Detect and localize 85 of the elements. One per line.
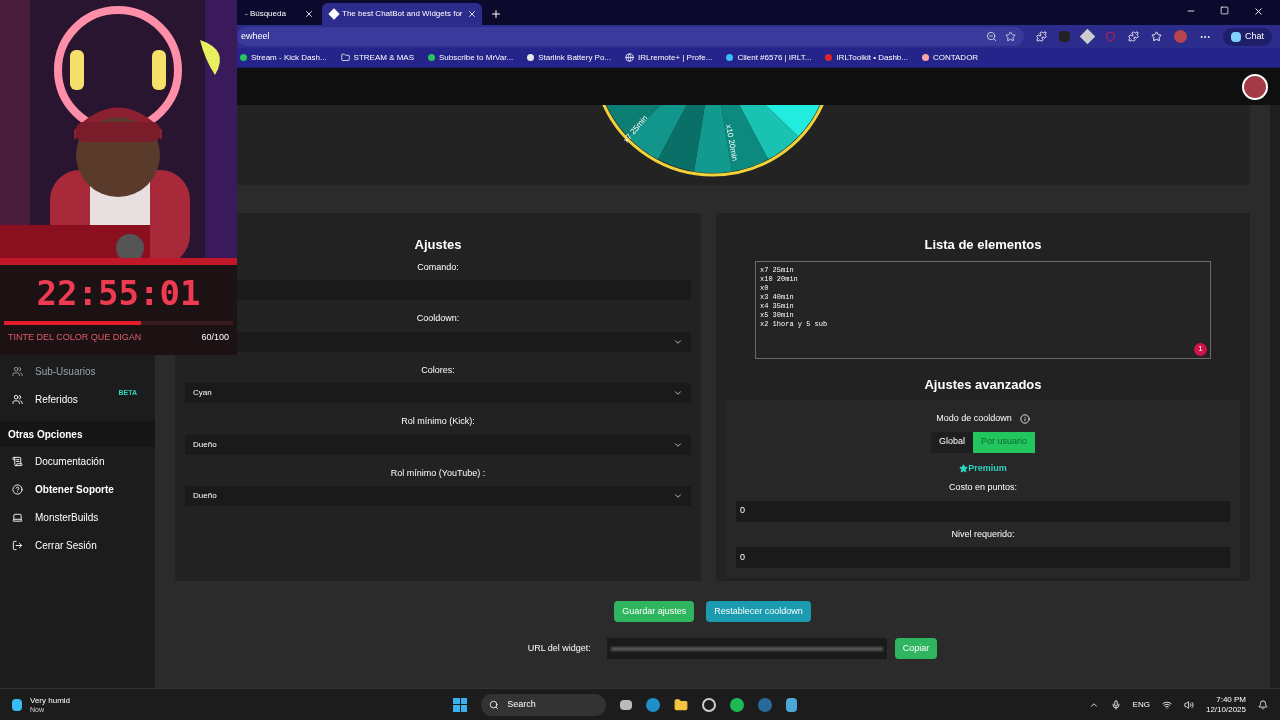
countdown-timer: 22:55:01 <box>36 273 201 313</box>
language-indicator[interactable]: ENG <box>1132 698 1150 711</box>
browser-tab[interactable]: - Búsqueda <box>237 3 322 25</box>
user-avatar[interactable] <box>1242 73 1268 100</box>
bookmark-favicon <box>921 54 929 61</box>
address-bar[interactable]: ewheel <box>237 27 1024 46</box>
zoom-out-icon[interactable] <box>986 31 997 42</box>
panel-title: Lista de elementos <box>924 236 1042 254</box>
sidebar-item[interactable]: Documentación <box>0 447 155 475</box>
bookmark[interactable]: IRLremote+ | Profe... <box>625 51 713 64</box>
dropdown[interactable]: Cyan <box>185 383 691 403</box>
task-view-icon[interactable] <box>620 699 633 710</box>
close-icon[interactable] <box>466 9 477 19</box>
clock-time: 7:40 PM <box>1216 694 1246 705</box>
folder-icon <box>340 53 350 62</box>
chevron-down-icon <box>673 491 683 501</box>
volume-icon[interactable] <box>1183 699 1194 710</box>
goal-label: TINTE DEL COLOR QUE DIGAN <box>8 331 142 344</box>
close-icon[interactable] <box>1253 6 1264 17</box>
field-label: Rol mínimo (YouTube) : <box>390 466 486 480</box>
sidebar-icon <box>12 393 23 405</box>
clock-date: 12/10/2025 <box>1205 704 1246 715</box>
field-label: Comando: <box>417 260 459 274</box>
dropdown[interactable]: Dueño <box>185 434 691 455</box>
info-icon <box>1019 413 1030 424</box>
bookmark-favicon <box>240 54 247 61</box>
favorites-icon[interactable] <box>1151 31 1162 42</box>
panel-title: Ajustes <box>414 236 462 254</box>
mode-toggle[interactable]: Global <box>930 431 973 453</box>
bookmark[interactable]: STREAM & MAS <box>340 51 415 64</box>
microphone-icon[interactable] <box>1110 699 1121 710</box>
field-label: URL del widget: <box>527 641 591 655</box>
sidebar-item[interactable]: Cerrar Sesión <box>0 531 155 559</box>
search-icon <box>489 699 500 710</box>
tab-favicon <box>328 8 340 20</box>
bookmark[interactable]: IRLToolkit • Dashb... <box>825 51 908 64</box>
section-title: Ajustes avanzados <box>924 375 1042 394</box>
bookmark-favicon <box>726 54 734 61</box>
field-label: Rol mínimo (Kick): <box>401 415 475 428</box>
field-label: Colores: <box>421 363 455 377</box>
taskbar-search[interactable]: Search <box>481 693 607 716</box>
maximize-icon[interactable] <box>1220 6 1229 15</box>
globe-icon <box>625 53 635 62</box>
sidebar-item[interactable]: MonsterBuilds <box>0 503 155 531</box>
url-field[interactable] <box>606 638 887 659</box>
weather-text: Very humid <box>30 695 71 705</box>
number-field[interactable]: 0 <box>736 500 1230 522</box>
network-icon[interactable] <box>1161 699 1172 710</box>
section-heading: Otras Opciones <box>8 427 83 442</box>
wheel-label: x10 20min <box>723 123 739 162</box>
chat-button[interactable]: Chat <box>1223 27 1272 46</box>
bookmark[interactable]: Subscribe to MrVar... <box>428 51 514 64</box>
bookmark[interactable]: Client #6576 | IRLT... <box>726 51 812 64</box>
bookmark[interactable]: Starlink Battery Po... <box>527 51 612 64</box>
extensions-icon[interactable] <box>1128 31 1139 42</box>
bookmark-favicon <box>428 54 436 61</box>
bookmark[interactable]: CONTADOR <box>921 51 979 64</box>
bookmark-favicon <box>825 54 833 61</box>
star-icon <box>959 463 969 473</box>
bookmark-favicon <box>527 54 535 61</box>
windows-start-icon[interactable] <box>453 697 468 712</box>
sidebar-icon <box>12 483 23 495</box>
premium-label: Premium <box>968 461 1007 475</box>
app-icon[interactable] <box>702 697 717 712</box>
sidebar-icon <box>12 365 23 377</box>
sidebar-icon <box>12 539 23 551</box>
sidebar-item[interactable]: Obtener Soporte <box>0 475 155 503</box>
goal-count: 60/100 <box>201 331 229 344</box>
field-label: Nivel requerido: <box>951 527 1015 541</box>
sidebar-icon <box>12 511 23 523</box>
new-tab-icon[interactable] <box>490 8 502 20</box>
number-field[interactable]: 0 <box>736 547 1230 568</box>
bookmark[interactable]: Stream - Kick Dash... <box>240 51 327 64</box>
close-icon[interactable] <box>304 9 314 19</box>
favorite-icon[interactable] <box>1005 31 1016 42</box>
sidebar-item[interactable]: Sub-Usuarios <box>0 357 155 385</box>
chevron-down-icon <box>673 388 683 398</box>
sidebar-icon <box>12 455 23 467</box>
notification-icon[interactable] <box>1258 699 1268 710</box>
folder-icon[interactable] <box>674 697 689 712</box>
field-label: Costo en puntos: <box>948 481 1017 494</box>
field-label: Cooldown: <box>416 312 460 325</box>
field-label: Modo de cooldown <box>936 412 1012 425</box>
dropdown[interactable]: Dueño <box>185 486 691 506</box>
browser-tab[interactable]: The best ChatBot and Widgets for <box>322 3 482 25</box>
